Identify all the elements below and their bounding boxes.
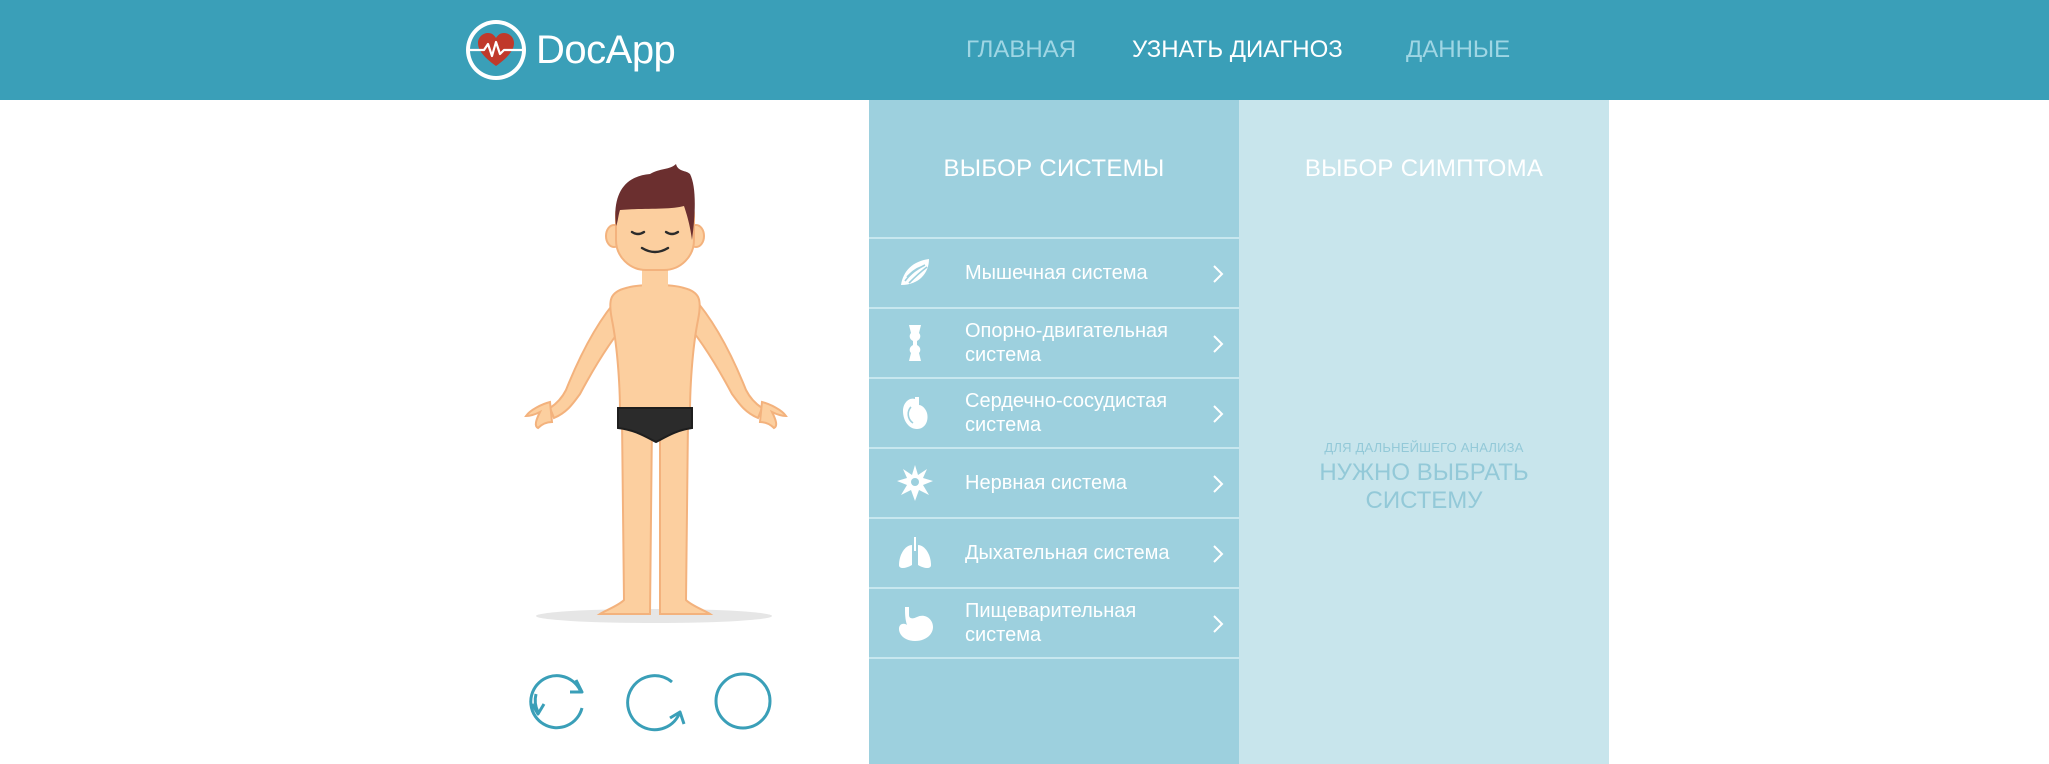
systems-title: ВЫБОР СИСТЕМЫ <box>943 155 1165 182</box>
stomach-icon <box>899 607 933 641</box>
system-label: Мышечная система <box>965 262 1148 284</box>
bone-icon <box>909 325 921 361</box>
figure-controls <box>0 668 860 738</box>
empty-state-hint: ДЛЯ ДАЛЬНЕЙШЕГО АНАЛИЗА НУЖНО ВЫБРАТЬ СИ… <box>1239 440 1609 515</box>
system-item-respiratory[interactable]: Дыхательная система <box>869 517 1239 587</box>
rotate-right-icon[interactable] <box>622 668 688 734</box>
nav-home[interactable]: ГЛАВНАЯ <box>966 30 1076 70</box>
system-item-muscular[interactable]: Мышечная система <box>869 237 1239 307</box>
hint-subtitle: ДЛЯ ДАЛЬНЕЙШЕГО АНАЛИЗА <box>1324 440 1524 455</box>
chevron-right-icon <box>1213 475 1224 493</box>
symptoms-title: ВЫБОР СИМПТОМА <box>1304 155 1544 182</box>
symptoms-panel: ВЫБОР СИМПТОМА ДЛЯ ДАЛЬНЕЙШЕГО АНАЛИЗА Н… <box>1239 100 1609 764</box>
chevron-right-icon <box>1213 405 1224 423</box>
nav-data[interactable]: ДАННЫЕ <box>1406 30 1510 70</box>
system-item-musculoskeletal[interactable]: Опорно-двигательная система <box>869 307 1239 377</box>
muscle-icon <box>901 259 929 285</box>
system-item-digestive[interactable]: Пищеварительная система <box>869 587 1239 659</box>
system-label: Нервная система <box>965 472 1127 494</box>
systems-list: Мышечная система Опорно-двигательная сис… <box>869 237 1239 659</box>
system-label: Дыхательная система <box>965 542 1170 564</box>
nav-diagnosis[interactable]: УЗНАТЬ ДИАГНОЗ <box>1132 30 1343 70</box>
system-label: Сердечно-сосудистая система <box>965 390 1168 436</box>
heart-icon <box>903 397 928 429</box>
system-item-nervous[interactable]: Нервная система <box>869 447 1239 517</box>
body-figure[interactable] <box>500 150 820 640</box>
chevron-right-icon <box>1213 615 1224 633</box>
app-header: DocApp ГЛАВНАЯ УЗНАТЬ ДИАГНОЗ ДАННЫЕ <box>0 0 2049 100</box>
system-label: Опорно-двигательная система <box>965 320 1168 366</box>
human-figure-illustration[interactable] <box>500 150 820 640</box>
system-item-cardiovascular[interactable]: Сердечно-сосудистая система <box>869 377 1239 447</box>
chevron-right-icon <box>1213 335 1224 353</box>
circle-icon[interactable] <box>710 668 776 734</box>
neuron-icon <box>897 465 933 501</box>
logo-text[interactable]: DocApp <box>536 22 676 78</box>
chevron-right-icon <box>1213 265 1224 283</box>
logo-heart-icon[interactable] <box>464 18 528 82</box>
system-label: Пищеварительная система <box>965 600 1137 646</box>
rotate-left-icon[interactable] <box>526 668 592 734</box>
hint-message: НУЖНО ВЫБРАТЬ СИСТЕМУ <box>1319 459 1529 514</box>
chevron-right-icon <box>1213 545 1224 563</box>
systems-panel: ВЫБОР СИСТЕМЫ Мышечная система Опорно-дв… <box>869 100 1239 764</box>
lungs-icon <box>899 537 931 568</box>
